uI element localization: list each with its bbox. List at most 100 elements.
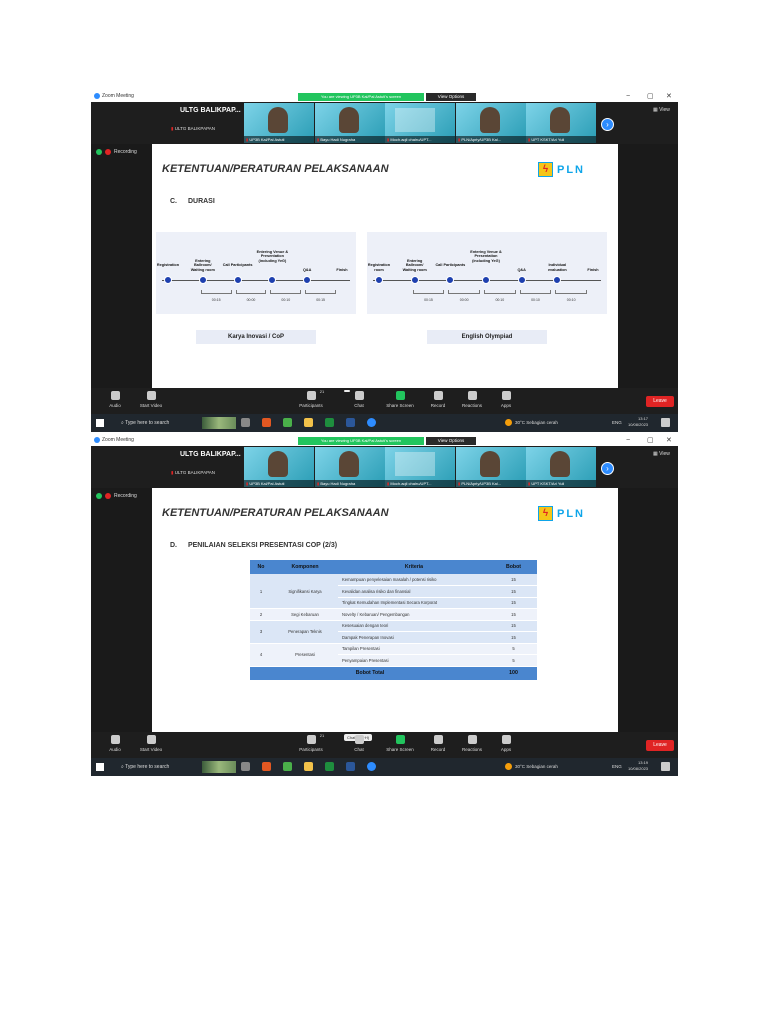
- participant-tile[interactable]: ▮ Bayu Hadi Nugraha: [315, 447, 385, 487]
- timeline-step-label: Call Participants: [435, 263, 466, 267]
- criteria-table: No Komponen Kriteria Bobot 1 Signifikansi Kar…: [250, 560, 537, 681]
- minimize-button[interactable]: −: [626, 436, 630, 446]
- windows-start-icon[interactable]: [96, 763, 104, 771]
- zoom-app-title: Zoom Meeting: [94, 437, 134, 443]
- timeline-duration-bracket: [519, 290, 552, 294]
- section-letter: D.: [170, 542, 177, 549]
- timeline-step-label: Entering Ballroom/ Waiting room: [190, 258, 215, 272]
- excel-icon[interactable]: [325, 762, 334, 771]
- office-icon[interactable]: [262, 762, 271, 771]
- start-video-button[interactable]: Start Video: [131, 391, 171, 408]
- leave-button[interactable]: Leave: [646, 740, 674, 751]
- close-button[interactable]: ✕: [666, 92, 672, 102]
- start-video-button[interactable]: Start Video: [131, 735, 171, 752]
- participant-tile[interactable]: ▮ Bayu Hadi Nugraha: [315, 103, 385, 143]
- task-view-icon[interactable]: [241, 418, 250, 427]
- timeline-duration: 00:10: [531, 298, 540, 302]
- taskbar-clock[interactable]: 13:19 10/08/2023: [628, 760, 648, 772]
- view-options-button[interactable]: View Options: [426, 437, 476, 445]
- participant-tile[interactable]: ▮ UP3B Kal/Pal Astuti: [244, 103, 314, 143]
- taskbar-clock[interactable]: 13:17 10/08/2023: [628, 416, 648, 428]
- column-header: Komponen: [272, 560, 338, 574]
- recording-dot-icon: [105, 493, 111, 499]
- participant-strip: ULTG BALIKPAP... ▮ ULTG BALIKPAPAN ▮ UP3…: [91, 102, 678, 144]
- timeline-duration: 00:10: [281, 298, 291, 302]
- word-icon[interactable]: [346, 418, 355, 427]
- timeline-step-marker: [410, 276, 419, 284]
- language-indicator[interactable]: ENG: [612, 761, 622, 773]
- zoom-taskbar-icon[interactable]: [367, 762, 376, 771]
- chrome-icon[interactable]: [283, 418, 292, 427]
- next-participants-button[interactable]: ›: [601, 462, 614, 475]
- audio-button[interactable]: Audio: [95, 735, 135, 752]
- window-title: Zoom Meeting: [102, 93, 134, 99]
- language-indicator[interactable]: ENG: [612, 417, 622, 429]
- word-icon[interactable]: [346, 762, 355, 771]
- section-heading: C. DURASI: [170, 198, 215, 205]
- office-icon[interactable]: [262, 418, 271, 427]
- timeline-step-marker: [375, 276, 383, 284]
- meeting-toolbar: Audio Start Video Participants 21 Chat (…: [91, 732, 678, 758]
- participant-tile[interactable]: ▮ UPT KSKT/Ari Yuli: [526, 447, 596, 487]
- file-explorer-icon[interactable]: [304, 418, 313, 427]
- bobot-cell: 15: [490, 631, 537, 644]
- chat-button[interactable]: Chat: [339, 735, 379, 752]
- participant-tile[interactable]: ▮ Moch.aqil chairu/UPT...: [385, 447, 455, 487]
- apps-button[interactable]: Apps: [486, 391, 526, 408]
- participant-name: ▮ PLN/Apriy/UP3B Kal...: [456, 136, 526, 143]
- share-screen-button[interactable]: Share Screen: [380, 735, 420, 752]
- notification-icon[interactable]: [661, 762, 670, 771]
- taskbar-search[interactable]: ⌕ Type here to search: [111, 761, 199, 773]
- kriteria-cell: Kemampuan penyelesaian masalah / potensi…: [338, 574, 490, 586]
- zoom-screenshot-durasi: Zoom Meeting You are viewing UP3B Kal/Pa…: [91, 92, 678, 432]
- timeline-step-label: Entering Ballroom/ Waiting room: [402, 258, 427, 272]
- section-title: PENILAIAN SELEKSI PRESENTASI COP (2/3): [187, 542, 338, 549]
- weather-widget[interactable]: 30°C Sebagian cerah: [505, 761, 558, 773]
- kriteria-cell: Novelty / Kebaruan/ Pengembangan: [338, 608, 490, 621]
- participant-tile[interactable]: ▮ PLN/Apriy/UP3B Kal...: [456, 447, 526, 487]
- participant-tile[interactable]: ▮ PLN/Apriy/UP3B Kal...: [456, 103, 526, 143]
- pln-logo-text: PLN: [557, 507, 585, 520]
- maximize-button[interactable]: ▢: [647, 92, 654, 102]
- participant-name: ▮ Bayu Hadi Nugraha: [315, 136, 385, 143]
- minimize-button[interactable]: −: [626, 92, 630, 102]
- view-options-button[interactable]: View Options: [426, 93, 476, 101]
- excel-icon[interactable]: [325, 418, 334, 427]
- bobot-cell: 5: [490, 643, 537, 655]
- timeline-step-marker: [553, 276, 562, 284]
- audio-button[interactable]: Audio: [95, 391, 135, 408]
- task-view-icon[interactable]: [241, 762, 250, 771]
- participant-tile[interactable]: ▮ UPT KSKT/Ari Yuli: [526, 103, 596, 143]
- record-icon: [433, 735, 443, 744]
- windows-start-icon[interactable]: [96, 419, 104, 427]
- weather-widget[interactable]: 30°C Sebagian cerah: [505, 417, 558, 429]
- section-heading: D. PENILAIAN SELEKSI PRESENTASI COP (2/3…: [170, 542, 337, 549]
- apps-button[interactable]: Apps: [486, 735, 526, 752]
- maximize-button[interactable]: ▢: [647, 436, 654, 446]
- zoom-app-title: Zoom Meeting: [94, 93, 134, 99]
- participant-name: ▮ PLN/Apriy/UP3B Kal...: [456, 480, 526, 487]
- participant-name: ▮ Bayu Hadi Nugraha: [315, 480, 385, 487]
- file-explorer-icon[interactable]: [304, 762, 313, 771]
- column-header: No: [250, 560, 272, 574]
- participant-name: ▮ UPT KSKT/Ari Yuli: [526, 480, 596, 487]
- participant-tile[interactable]: ▮ UP3B Kal/Pal Astuti: [244, 447, 314, 487]
- notification-icon[interactable]: [661, 418, 670, 427]
- strip-view-button[interactable]: ▦ View: [653, 107, 670, 113]
- timeline-caption-karya-inovasi: Karya Inovasi / CoP: [196, 330, 316, 344]
- share-screen-button[interactable]: Share Screen: [380, 391, 420, 408]
- bobot-cell: 5: [490, 654, 537, 667]
- zoom-taskbar-icon[interactable]: [367, 418, 376, 427]
- taskbar-search[interactable]: ⌕ Type here to search: [111, 417, 199, 429]
- leave-button[interactable]: Leave: [646, 396, 674, 407]
- chat-button[interactable]: Chat: [339, 391, 379, 408]
- chrome-icon[interactable]: [283, 762, 292, 771]
- timeline-step-label: Individual evaluation: [547, 263, 567, 272]
- next-participants-button[interactable]: ›: [601, 118, 614, 131]
- timeline-duration: 00:10: [566, 298, 576, 302]
- close-button[interactable]: ✕: [666, 436, 672, 446]
- kriteria-cell: Kesesuaian dengan teori: [338, 620, 490, 632]
- table-row: 2 Segi Kebaruan Novelty / Kebaruan/ Pengem…: [250, 608, 537, 621]
- participant-tile[interactable]: ▮ Moch.aqil chairu/UPT...: [385, 103, 455, 143]
- strip-view-button[interactable]: ▦ View: [653, 451, 670, 457]
